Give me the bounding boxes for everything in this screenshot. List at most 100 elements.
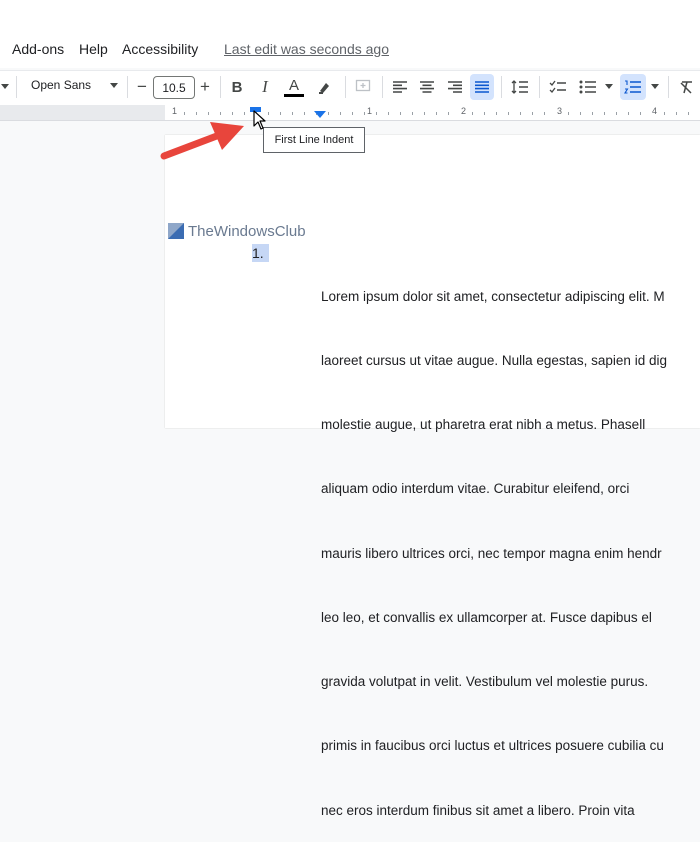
window-top: [0, 0, 700, 32]
numbered-list-icon: [624, 80, 641, 94]
text-color-icon: A: [288, 76, 299, 94]
toolbar-divider: [668, 76, 669, 98]
bold-button[interactable]: B: [228, 74, 246, 100]
ruler-tick: [364, 112, 365, 115]
ruler-tick: [604, 112, 605, 115]
ruler-tick: [376, 112, 377, 115]
menu-accessibility[interactable]: Accessibility: [122, 41, 198, 57]
ruler-number: 1: [172, 106, 178, 116]
chevron-down-icon[interactable]: [110, 83, 118, 88]
increase-font-size-button[interactable]: +: [196, 74, 214, 100]
ruler-tick: [520, 112, 521, 115]
list-number[interactable]: 1.: [252, 244, 269, 262]
tooltip: First Line Indent: [263, 127, 365, 153]
ruler-tick: [196, 112, 197, 115]
ruler-tick: [532, 112, 533, 115]
ruler-tick: [304, 112, 305, 115]
ruler-tick: [340, 112, 341, 115]
red-arrow-annotation: [160, 122, 244, 160]
numbered-list-button[interactable]: [620, 74, 646, 100]
text-line: gravida volutpat in velit. Vestibulum ve…: [321, 674, 649, 690]
align-center-icon: [420, 81, 434, 93]
text-line: primis in faucibus orci luctus et ultric…: [321, 738, 664, 754]
toolbar-divider: [127, 76, 128, 98]
highlighter-icon: [319, 83, 329, 94]
ruler-tick: [232, 112, 233, 115]
ruler-tick: [400, 112, 401, 115]
line-spacing-icon: [511, 80, 528, 94]
ruler-number: 3: [557, 106, 563, 116]
document-body-text[interactable]: Lorem ipsum dolor sit amet, consectetur …: [321, 243, 700, 842]
checklist-icon: [549, 80, 566, 93]
clear-formatting-icon: [680, 81, 692, 94]
ruler-tick: [664, 112, 665, 115]
ruler-tick: [280, 112, 281, 115]
justify-icon: [475, 81, 489, 93]
bulleted-list-button[interactable]: [577, 74, 599, 100]
watermark-text: TheWindowsClub: [188, 222, 306, 240]
ruler-tick: [268, 112, 269, 115]
italic-button[interactable]: I: [256, 74, 274, 100]
ruler-tick: [640, 112, 641, 115]
ruler-tick: [328, 112, 329, 115]
toolbar-divider: [501, 76, 502, 98]
text-line: Lorem ipsum dolor sit amet, consectetur …: [321, 288, 665, 304]
ruler-tick: [244, 112, 245, 115]
ruler-tick: [436, 112, 437, 115]
text-color-swatch: [284, 93, 304, 97]
add-comment-icon: [355, 79, 371, 92]
ruler-tick: [676, 112, 677, 115]
text-color-button[interactable]: A: [283, 74, 305, 100]
ruler-tick: [448, 112, 449, 115]
ruler-tick: [220, 112, 221, 115]
align-right-icon: [448, 81, 462, 93]
watermark-logo: TheWindowsClub: [168, 222, 306, 240]
last-edit-link[interactable]: Last edit was seconds ago: [224, 41, 389, 57]
ruler-tick: [508, 112, 509, 115]
ruler-tick: [580, 112, 581, 115]
justify-button[interactable]: [470, 74, 494, 100]
text-line: nec eros interdum finibus sit amet a lib…: [321, 802, 635, 818]
ruler-tick: [544, 112, 545, 115]
mouse-cursor-icon: [253, 110, 266, 130]
insert-comment-button[interactable]: [352, 74, 374, 100]
chevron-down-icon[interactable]: [649, 74, 661, 100]
menu-add-ons[interactable]: Add-ons: [12, 41, 64, 57]
font-family-select[interactable]: Open Sans: [31, 78, 91, 92]
toolbar-divider: [220, 76, 221, 98]
text-line: aliquam odio interdum vitae. Curabitur e…: [321, 481, 630, 497]
chevron-down-icon[interactable]: [603, 74, 615, 100]
text-line: mauris libero ultrices orci, nec tempor …: [321, 545, 662, 561]
ruler-tick: [352, 112, 353, 115]
ruler-tick: [568, 112, 569, 115]
align-right-button[interactable]: [444, 74, 466, 100]
align-left-icon: [393, 81, 407, 93]
toolbar-divider: [382, 76, 383, 98]
align-left-button[interactable]: [389, 74, 411, 100]
font-size-input[interactable]: 10.5: [153, 76, 195, 99]
chevron-down-icon[interactable]: [0, 74, 10, 100]
highlight-color-button[interactable]: [314, 74, 336, 100]
ruler-tick: [688, 112, 689, 115]
ruler-number: 2: [461, 106, 467, 116]
ruler-tick: [496, 112, 497, 115]
text-line: laoreet cursus ut vitae augue. Nulla ege…: [321, 353, 667, 369]
ruler-tick: [424, 112, 425, 115]
text-line: leo leo, et convallis ex ullamcorper at.…: [321, 609, 652, 625]
ruler-number: 1: [367, 106, 373, 116]
toolbar-divider: [539, 76, 540, 98]
ruler-tick: [208, 112, 209, 115]
decrease-font-size-button[interactable]: −: [133, 74, 151, 100]
align-center-button[interactable]: [416, 74, 438, 100]
toolbar-divider: [345, 76, 346, 98]
ruler-tick: [292, 112, 293, 115]
ruler-tick: [412, 112, 413, 115]
menu-help[interactable]: Help: [79, 41, 108, 57]
ruler-tick: [628, 112, 629, 115]
ruler-tick: [472, 112, 473, 115]
checklist-button[interactable]: [547, 74, 569, 100]
clear-formatting-button[interactable]: [676, 74, 698, 100]
ruler-margin-left: [0, 105, 165, 120]
left-indent-marker[interactable]: [314, 111, 326, 119]
line-spacing-button[interactable]: [509, 74, 531, 100]
